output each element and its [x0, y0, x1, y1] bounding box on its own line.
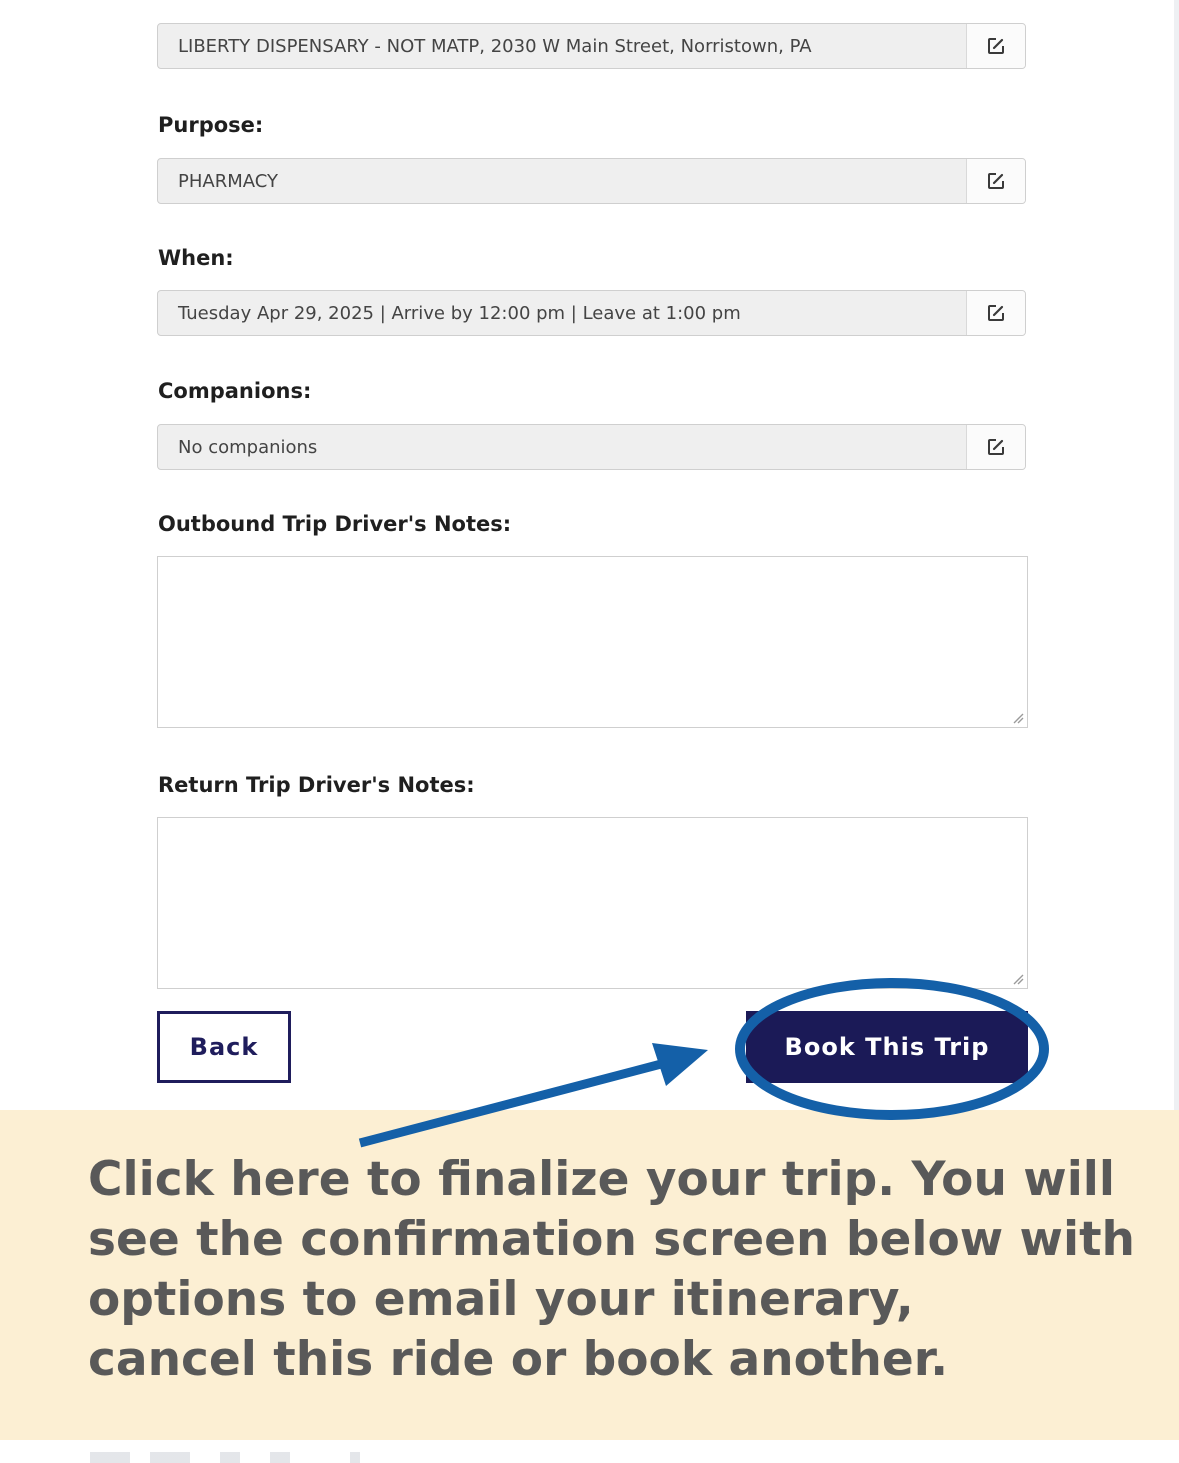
arrow-head — [652, 1043, 708, 1086]
circle-highlight — [735, 978, 1049, 1120]
annotation-overlay — [358, 978, 1049, 1148]
arrow-shaft — [358, 1058, 667, 1148]
